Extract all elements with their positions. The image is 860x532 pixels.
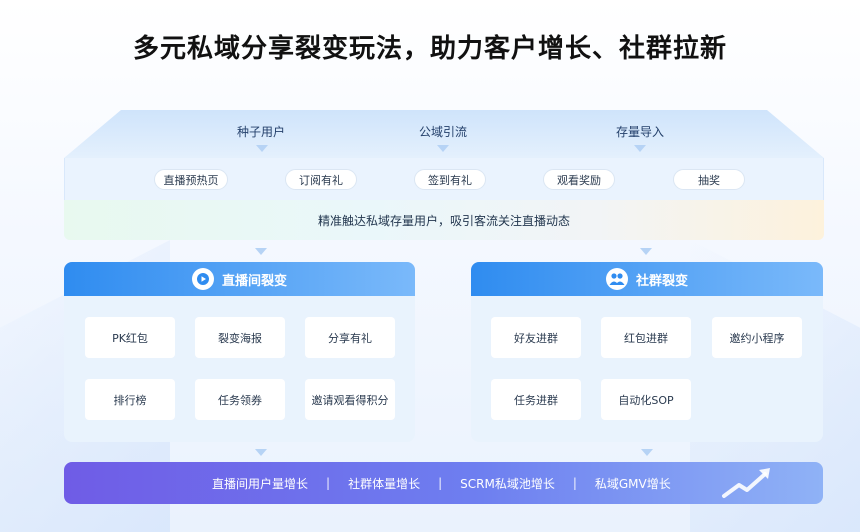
panel-live-header: 直播间裂变: [64, 262, 415, 296]
trend-up-arrow-icon: [722, 468, 770, 498]
video-play-icon: [191, 268, 214, 290]
community-item-invite-miniprogram: 邀约小程序: [712, 317, 802, 358]
arrow-down-icon: [255, 449, 267, 456]
community-item-task-join: 任务进群: [491, 379, 581, 420]
community-item-redpacket-join: 红包进群: [601, 317, 691, 358]
live-item-pk-redpacket: PK红包: [85, 317, 175, 358]
source-label-existing-import: 存量导入: [615, 125, 664, 139]
result-live-users: 直播间用户量增长: [212, 476, 309, 491]
growth-results-bar: 直播间用户量增长 | 社群体量增长 | SCRM私域池增长 | 私域GMV增长: [64, 462, 823, 504]
panel-community-title: 社群裂变: [635, 273, 688, 289]
tag-lottery: 抽奖: [673, 169, 745, 190]
panel-live-fission: 直播间裂变 PK红包 裂变海报 分享有礼 排行榜 任务领券 邀请观看得积分: [64, 262, 415, 442]
arrow-down-icon: [437, 145, 449, 152]
tag-live-preheat: 直播预热页: [154, 169, 228, 190]
result-separator: |: [326, 476, 331, 490]
community-item-friend-join: 好友进群: [491, 317, 581, 358]
live-item-fission-poster: 裂变海报: [195, 317, 285, 358]
arrow-down-icon: [640, 248, 652, 255]
result-community-size: 社群体量增长: [348, 476, 421, 491]
panel-community-header: 社群裂变: [471, 262, 823, 296]
arrow-down-icon: [634, 145, 646, 152]
panel-community-fission: 社群裂变 好友进群 红包进群 邀约小程序 任务进群 自动化SOP: [471, 262, 823, 442]
source-label-seed-users: 种子用户: [236, 125, 285, 139]
community-item-auto-sop: 自动化SOP: [601, 379, 691, 420]
tag-subscribe-gift: 订阅有礼: [285, 169, 357, 190]
arrow-down-icon: [255, 248, 267, 255]
live-item-ranking: 排行榜: [85, 379, 175, 420]
live-item-share-gift: 分享有礼: [305, 317, 395, 358]
result-private-gmv: 私域GMV增长: [594, 476, 671, 491]
panel-live-title: 直播间裂变: [221, 273, 287, 289]
page-title: 多元私域分享裂变玩法，助力客户增长、社群拉新: [132, 34, 727, 64]
source-label-public-traffic: 公域引流: [418, 125, 467, 139]
tag-watch-reward: 观看奖励: [543, 169, 615, 190]
result-separator: |: [572, 476, 577, 490]
highlight-banner: 精准触达私域存量用户，吸引客流关注直播动态: [64, 200, 824, 240]
live-item-invite-points: 邀请观看得积分: [305, 379, 395, 420]
result-separator: |: [438, 476, 443, 490]
live-item-task-coupon: 任务领券: [195, 379, 285, 420]
arrow-down-icon: [641, 449, 653, 456]
group-users-icon: [605, 268, 628, 290]
result-scrm-pool: SCRM私域池增长: [460, 476, 555, 491]
arrow-down-icon: [256, 145, 268, 152]
tag-checkin-gift: 签到有礼: [414, 169, 486, 190]
